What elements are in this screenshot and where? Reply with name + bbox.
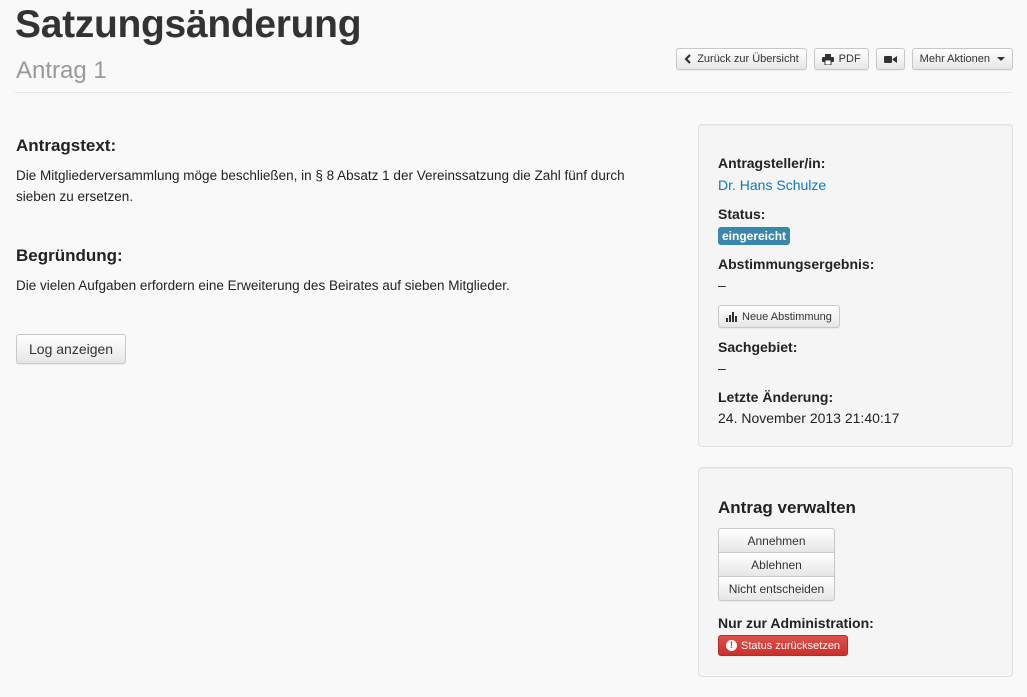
- motion-text: Die Mitgliederversammlung möge beschließ…: [16, 168, 625, 204]
- reset-status-button[interactable]: ! Status zurücksetzen: [718, 635, 849, 656]
- video-button[interactable]: [875, 48, 905, 70]
- bar-chart-icon: [726, 311, 737, 322]
- new-vote-button[interactable]: Neue Abstimmung: [718, 305, 840, 328]
- more-actions-label: Mehr Aktionen: [919, 53, 990, 65]
- chevron-left-icon: [684, 54, 691, 64]
- status-label: Status:: [718, 206, 766, 222]
- status-badge: eingereicht: [718, 227, 791, 245]
- reset-status-label: Status zurücksetzen: [741, 639, 841, 652]
- reject-button[interactable]: Ablehnen: [718, 552, 835, 577]
- video-camera-icon: [883, 55, 897, 63]
- reason-text: Die vielen Aufgaben erfordern eine Erwei…: [16, 278, 510, 293]
- back-to-overview-button[interactable]: Zurück zur Übersicht: [676, 48, 807, 70]
- submitter-label: Antragsteller/in:: [718, 155, 826, 171]
- exclamation-circle-icon: !: [726, 640, 737, 651]
- motion-info-panel: Antragsteller/in: Dr. Hans Schulze Statu…: [698, 124, 1013, 447]
- show-log-button[interactable]: Log anzeigen: [16, 334, 127, 364]
- pdf-label: PDF: [838, 53, 861, 65]
- accept-button[interactable]: Annehmen: [718, 528, 835, 553]
- caret-down-icon: [997, 57, 1005, 61]
- new-vote-label: Neue Abstimmung: [742, 310, 832, 323]
- no-decision-button[interactable]: Nicht entscheiden: [718, 576, 835, 601]
- admin-only-label: Nur zur Administration:: [718, 615, 874, 631]
- page-title: Satzungsänderung: [15, 3, 362, 46]
- back-to-overview-label: Zurück zur Übersicht: [697, 53, 799, 65]
- subject-value: –: [718, 360, 726, 376]
- vote-result-value: –: [718, 277, 726, 293]
- header-divider: [15, 92, 1012, 93]
- motion-heading: Antragstext:: [16, 136, 117, 155]
- more-actions-button[interactable]: Mehr Aktionen: [911, 48, 1013, 70]
- decision-button-group: Annehmen Ablehnen Nicht entscheiden: [718, 528, 835, 601]
- print-icon: [821, 53, 834, 65]
- toolbar: Zurück zur Übersicht PDF Mehr Aktionen: [676, 48, 1013, 70]
- last-change-label: Letzte Änderung:: [718, 389, 834, 405]
- manage-panel-title: Antrag verwalten: [718, 498, 856, 517]
- subject-label: Sachgebiet:: [718, 339, 798, 355]
- reason-heading: Begründung:: [16, 246, 123, 265]
- page-subtitle: Antrag 1: [16, 57, 107, 84]
- last-change-value: 24. November 2013 21:40:17: [718, 410, 900, 426]
- pdf-button[interactable]: PDF: [813, 48, 869, 70]
- manage-motion-panel: Antrag verwalten Annehmen Ablehnen Nicht…: [698, 467, 1013, 677]
- submitter-link[interactable]: Dr. Hans Schulze: [718, 177, 826, 193]
- vote-result-label: Abstimmungsergebnis:: [718, 256, 875, 272]
